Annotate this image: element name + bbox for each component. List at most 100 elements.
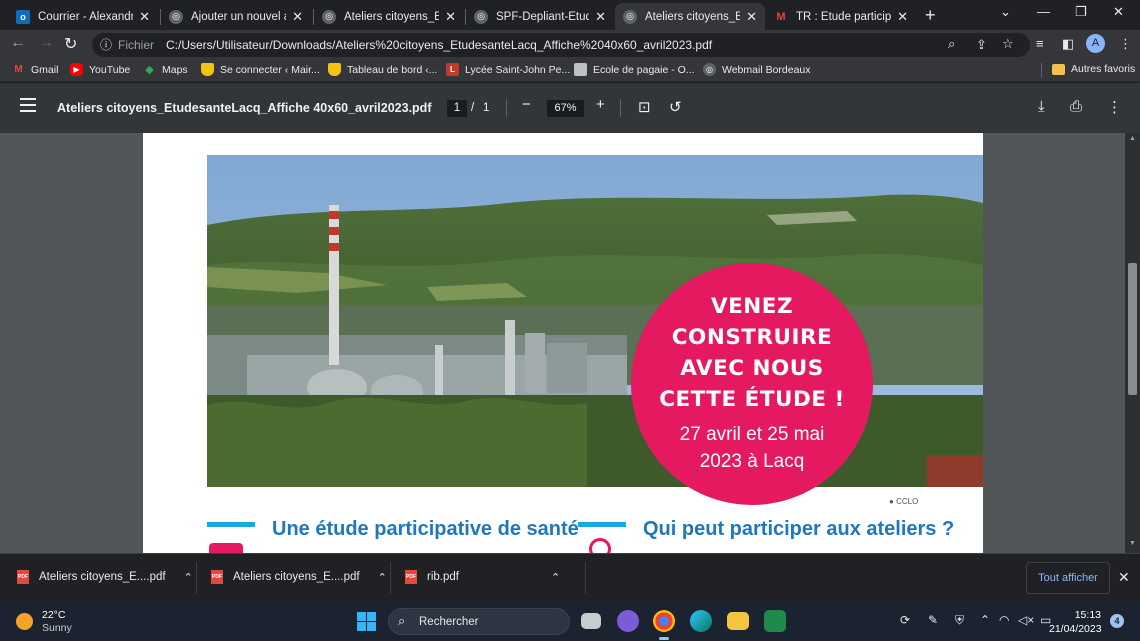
reload-button[interactable]: ↻ (64, 34, 77, 54)
excel-icon[interactable] (764, 610, 786, 632)
bookmark-maps[interactable]: ◆ Maps (143, 63, 187, 77)
share-icon[interactable]: ⇪ (976, 37, 987, 53)
restore-button[interactable]: ❐ (1075, 4, 1087, 20)
pdf-viewer[interactable]: VENEZ CONSTRUIRE AVEC NOUS CETTE ÉTUDE !… (0, 133, 1125, 553)
info-icon[interactable]: ⓘ (100, 36, 112, 53)
forward-button[interactable]: → (38, 34, 54, 52)
zoom-out-icon[interactable]: − (522, 96, 531, 113)
bookmark-gmail[interactable]: M Gmail (12, 63, 58, 76)
profile-avatar[interactable]: A (1086, 34, 1105, 53)
clock-time[interactable]: 15:13 (1049, 609, 1101, 621)
tab-5[interactable]: M TR : Etude participative ✕ (766, 3, 916, 30)
fit-page-icon[interactable]: ⊡ (638, 98, 651, 116)
headline-line: AVEC NOUS (680, 356, 824, 381)
new-tab-button[interactable]: + (925, 5, 936, 26)
show-all-downloads-button[interactable]: Tout afficher (1026, 562, 1110, 594)
shield-icon[interactable]: ⛨ (955, 613, 964, 628)
date-line: 2023 à Lacq (699, 451, 805, 472)
minimize-button[interactable]: — (1037, 4, 1050, 19)
task-view-icon[interactable] (581, 613, 601, 629)
rotate-icon[interactable]: ↺ (669, 98, 682, 116)
globe-icon: ◎ (623, 9, 637, 24)
tab-search-icon[interactable]: ⌄ (1000, 4, 1011, 20)
zoom-icon[interactable]: ⌕ (948, 36, 955, 52)
pen-icon[interactable]: ✎ (928, 613, 938, 627)
weather-temp[interactable]: 22°C (42, 609, 65, 621)
close-icon[interactable]: ✕ (445, 9, 456, 25)
pdf-more-icon[interactable]: ⋮ (1107, 98, 1122, 116)
bookmark-label: Gmail (31, 63, 59, 76)
download-filename: Ateliers citoyens_E....pdf (233, 571, 360, 583)
download-item[interactable]: PDF Ateliers citoyens_E....pdf ⌃ (17, 570, 193, 584)
tab-3[interactable]: ◎ SPF-Depliant-EtudeLa ✕ (466, 3, 614, 30)
zoom-input[interactable]: 67% (547, 100, 584, 117)
close-icon[interactable]: ✕ (595, 9, 606, 25)
download-filename: rib.pdf (427, 571, 459, 583)
tab-0[interactable]: o Courrier - Alexandra L ✕ (8, 3, 158, 30)
chevron-up-icon[interactable]: ⌃ (980, 613, 990, 627)
headline-line: CETTE ÉTUDE ! (659, 387, 845, 412)
scroll-up-icon[interactable]: ▲ (1129, 135, 1136, 142)
chevron-up-icon[interactable]: ⌃ (378, 571, 387, 584)
taskbar-search[interactable]: ⌕ Rechercher (388, 608, 570, 635)
chevron-up-icon[interactable]: ⌃ (551, 571, 560, 584)
gmail-icon: M (14, 64, 23, 75)
more-menu-icon[interactable]: ⋮ (1119, 36, 1132, 52)
close-icon[interactable]: ✕ (292, 9, 303, 25)
wifi-icon[interactable]: ◠ (999, 613, 1009, 627)
side-panel-icon[interactable]: ◧ (1062, 36, 1074, 52)
bookmark-youtube[interactable]: ▶ YouTube (70, 63, 130, 76)
download-item[interactable]: PDF Ateliers citoyens_E....pdf ⌃ (211, 570, 387, 584)
chrome-icon[interactable] (653, 610, 675, 640)
chevron-up-icon[interactable]: ⌃ (184, 571, 193, 584)
print-icon[interactable]: ⎙ (1070, 98, 1082, 115)
bookmark-label: Tableau de bord ‹... (347, 63, 438, 76)
page-total: 1 (483, 102, 490, 114)
bookmark-webmail[interactable]: ◎ Webmail Bordeaux (703, 63, 811, 76)
page-number-input[interactable]: 1 (447, 100, 467, 117)
section-accent-bar (207, 522, 255, 527)
download-item[interactable]: PDF rib.pdf ⌃ (405, 570, 560, 584)
shield-icon (201, 63, 214, 76)
close-icon[interactable]: ✕ (1118, 569, 1130, 586)
edge-icon[interactable] (690, 610, 712, 632)
hamburger-menu-icon[interactable] (20, 98, 36, 112)
page-icon (574, 63, 587, 76)
bookmark-tableau-de-bord[interactable]: Tableau de bord ‹... (328, 63, 437, 76)
back-button[interactable]: ← (10, 34, 26, 52)
windows-start-icon[interactable] (357, 612, 376, 631)
download-icon[interactable]: ⤓ (1038, 98, 1045, 115)
close-icon[interactable]: ✕ (746, 9, 757, 25)
close-icon[interactable]: ✕ (139, 9, 150, 25)
bookmark-se-connecter[interactable]: Se connecter ‹ Mair... (201, 63, 320, 76)
address-bar[interactable]: ⓘ Fichier C:/Users/Utilisateur/Downloads… (92, 33, 1030, 57)
bookmark-star-icon[interactable]: ☆ (1002, 36, 1014, 52)
sun-icon[interactable] (16, 613, 33, 630)
scroll-down-icon[interactable]: ▼ (1129, 540, 1136, 547)
close-icon[interactable]: ✕ (897, 9, 908, 25)
tab-2[interactable]: ◎ Ateliers citoyens_Etud ✕ (314, 3, 464, 30)
url-text[interactable]: C:/Users/Utilisateur/Downloads/Ateliers%… (166, 38, 712, 52)
bookmark-ecole-pagaie[interactable]: Ecole de pagaie - O... (574, 63, 695, 76)
reading-list-icon[interactable]: ≡ (1036, 36, 1044, 51)
weather-condition[interactable]: Sunny (42, 622, 72, 634)
youtube-icon: ▶ (70, 63, 83, 76)
scrollbar-thumb[interactable] (1128, 263, 1137, 395)
vertical-scrollbar[interactable]: ▲ ▼ (1125, 133, 1140, 553)
file-explorer-icon[interactable] (727, 612, 749, 630)
clock-date[interactable]: 21/04/2023 (1049, 623, 1102, 635)
window-close-button[interactable]: ✕ (1113, 4, 1124, 20)
browser-toolbar: ← → ↻ ⓘ Fichier C:/Users/Utilisateur/Dow… (0, 30, 1140, 59)
scheme-label: Fichier (118, 38, 155, 52)
teams-chat-icon[interactable] (617, 610, 639, 632)
bookmark-lycee[interactable]: L Lycée Saint-John Pe... (446, 63, 570, 76)
tab-1[interactable]: ◎ Ajouter un nouvel artic ✕ (161, 3, 311, 30)
other-bookmarks-folder[interactable]: Autres favoris (1052, 63, 1135, 75)
speaker-icon[interactable]: ◁× (1018, 613, 1034, 627)
tab-4-active[interactable]: ◎ Ateliers citoyens_Etud ✕ (615, 3, 765, 30)
zoom-in-icon[interactable]: + (596, 96, 605, 113)
pdf-file-icon: PDF (17, 570, 29, 584)
sync-icon[interactable]: ⟳ (900, 613, 910, 627)
bookmark-label: Webmail Bordeaux (722, 63, 811, 76)
notification-badge[interactable]: 4 (1110, 614, 1124, 628)
